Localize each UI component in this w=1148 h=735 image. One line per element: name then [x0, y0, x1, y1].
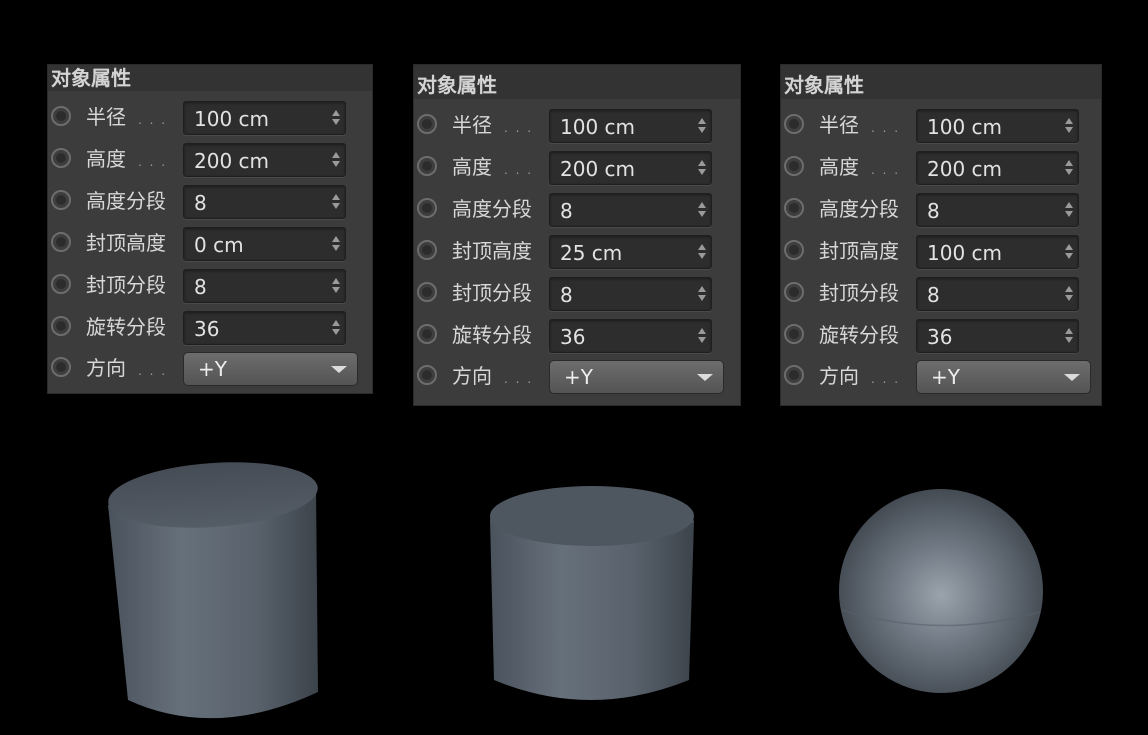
cylinder-sharp-cap-render [108, 462, 318, 719]
cylinder-rounded-cap-render [490, 486, 694, 700]
viewport-renders [108, 462, 1043, 719]
sphere-render [839, 489, 1043, 693]
